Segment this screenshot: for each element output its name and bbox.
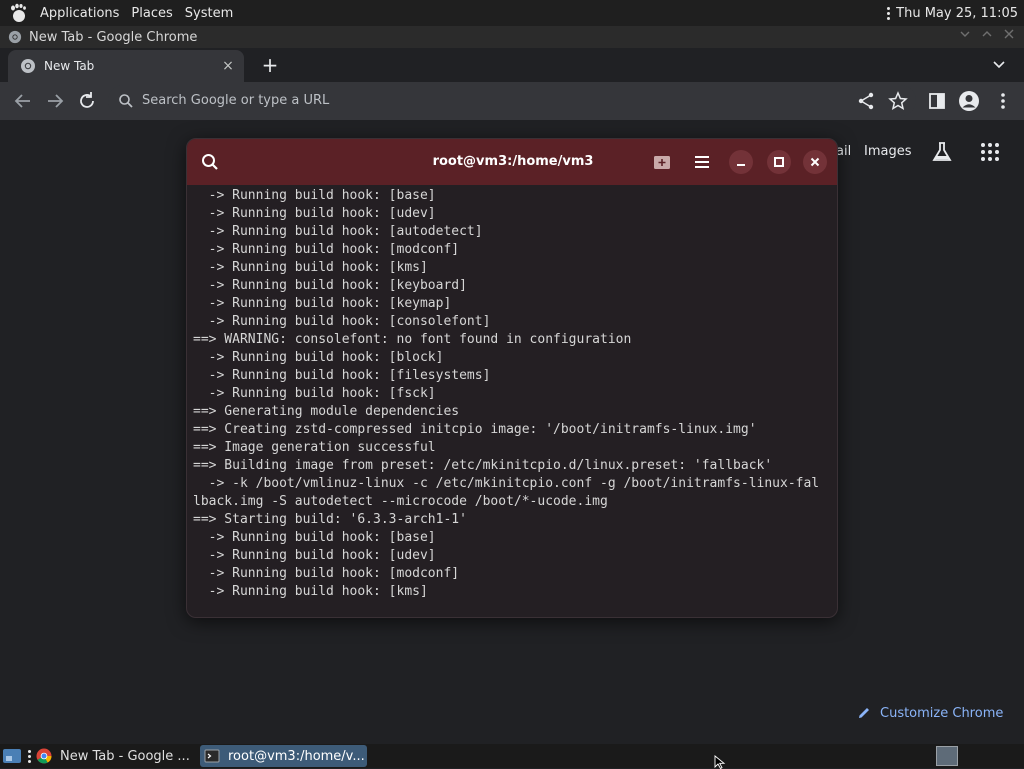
places-menu[interactable]: Places xyxy=(125,0,178,26)
reload-icon[interactable] xyxy=(76,90,98,112)
chrome-titlebar: New Tab - Google Chrome xyxy=(0,26,1024,48)
system-menu[interactable]: System xyxy=(179,0,239,26)
places-menu-label: Places xyxy=(131,5,173,21)
tab-title: New Tab xyxy=(44,59,95,73)
window-controls xyxy=(960,29,1014,39)
mouse-cursor-icon xyxy=(714,755,726,769)
tab-strip: New Tab × + xyxy=(0,48,1024,82)
minimize-icon xyxy=(737,164,745,166)
terminal-icon xyxy=(204,749,220,763)
tab-new-tab[interactable]: New Tab × xyxy=(8,50,244,82)
terminal-line: ==> Building image from preset: /etc/mki… xyxy=(193,458,773,473)
terminal-line: -> Running build hook: [kms] xyxy=(193,260,428,275)
system-menu-label: System xyxy=(184,5,234,21)
tab-close-button[interactable]: × xyxy=(220,58,236,74)
terminal-line: -> Running build hook: [base] xyxy=(193,530,436,545)
terminal-line: -> Running build hook: [udev] xyxy=(193,548,436,563)
star-icon[interactable] xyxy=(887,90,909,112)
pencil-icon xyxy=(859,708,869,718)
terminal-window: root@vm3:/home/vm3 -> Running build hook… xyxy=(186,138,838,618)
chrome-icon xyxy=(21,59,35,73)
images-link[interactable]: Images xyxy=(864,144,912,159)
applications-menu-label: Applications xyxy=(40,5,120,21)
panel-right: Thu May 25, 11:05 xyxy=(887,0,1018,26)
taskbar-terminal-button[interactable]: root@vm3:/home/v... xyxy=(200,745,367,767)
terminal-line: ==> Starting build: '6.3.3-arch1-1' xyxy=(193,512,467,527)
forward-arrow-icon[interactable] xyxy=(44,90,66,112)
taskbar-chrome-label: New Tab - Google ... xyxy=(60,748,190,764)
close-button[interactable] xyxy=(803,150,827,174)
taskbar-chrome-button[interactable]: New Tab - Google ... xyxy=(36,745,196,767)
terminal-line: -> Running build hook: [autodetect] xyxy=(193,224,483,239)
share-icon[interactable] xyxy=(855,90,877,112)
bottom-taskbar: New Tab - Google ... root@vm3:/home/v... xyxy=(0,744,1024,768)
chrome-icon xyxy=(8,30,22,44)
hamburger-menu-icon[interactable] xyxy=(693,153,711,171)
terminal-line: ==> Generating module dependencies xyxy=(193,404,460,419)
terminal-line: ==> Image generation successful xyxy=(193,440,436,455)
terminal-line: -> Running build hook: [udev] xyxy=(193,206,436,221)
close-icon[interactable] xyxy=(1004,29,1014,39)
terminal-line: -> Running build hook: [keyboard] xyxy=(193,278,467,293)
workspace-switcher[interactable] xyxy=(936,746,958,766)
tab-search-chevron-icon[interactable] xyxy=(992,58,1006,72)
chrome-window-title: New Tab - Google Chrome xyxy=(29,29,198,45)
taskbar-terminal-label: root@vm3:/home/v... xyxy=(228,748,365,764)
terminal-line: ==> Creating zstd-compressed initcpio im… xyxy=(193,422,757,437)
search-icon[interactable] xyxy=(201,153,219,171)
gnome-foot-icon[interactable] xyxy=(8,3,28,23)
terminal-line: -> Running build hook: [kms] xyxy=(193,584,428,599)
back-arrow-icon[interactable] xyxy=(12,90,34,112)
terminal-line: -> Running build hook: [consolefont] xyxy=(193,314,491,329)
search-icon xyxy=(119,93,133,108)
customize-chrome-label: Customize Chrome xyxy=(880,705,1004,721)
profile-icon[interactable] xyxy=(958,90,980,112)
more-vert-icon[interactable] xyxy=(992,90,1014,112)
new-tab-button[interactable]: + xyxy=(258,54,282,78)
labs-icon[interactable] xyxy=(930,140,954,164)
apps-grid-icon[interactable] xyxy=(980,142,1000,162)
chevron-up-icon[interactable] xyxy=(982,29,992,39)
maximize-icon xyxy=(774,157,784,167)
toolbar: Search Google or type a URL xyxy=(0,82,1024,120)
panel-handle-icon[interactable] xyxy=(887,6,891,20)
terminal-line: -> Running build hook: [fsck] xyxy=(193,386,436,401)
chrome-icon xyxy=(36,748,52,764)
terminal-line: -> Running build hook: [keymap] xyxy=(193,296,452,311)
terminal-line: -> Running build hook: [block] xyxy=(193,350,444,365)
customize-chrome-button[interactable]: Customize Chrome xyxy=(856,702,1003,724)
terminal-line: -> Running build hook: [modconf] xyxy=(193,566,460,581)
panel-clock[interactable]: Thu May 25, 11:05 xyxy=(896,6,1018,21)
terminal-line: -> Running build hook: [filesystems] xyxy=(193,368,491,383)
terminal-line: -> Running build hook: [modconf] xyxy=(193,242,460,257)
terminal-line: ==> WARNING: consolefont: no font found … xyxy=(193,332,632,347)
terminal-output[interactable]: -> Running build hook: [base] -> Running… xyxy=(193,187,833,613)
terminal-line: -> -k /boot/vmlinuz-linux -c /etc/mkinit… xyxy=(193,476,820,491)
minimize-button[interactable] xyxy=(729,150,753,174)
applications-menu[interactable]: Applications xyxy=(34,0,125,26)
show-desktop-icon[interactable] xyxy=(2,747,22,765)
terminal-header[interactable]: root@vm3:/home/vm3 xyxy=(187,139,837,185)
side-panel-icon[interactable] xyxy=(926,90,948,112)
maximize-button[interactable] xyxy=(767,150,791,174)
terminal-line: lback.img -S autodetect --microcode /boo… xyxy=(193,494,608,509)
taskbar-handle-icon[interactable] xyxy=(28,750,31,763)
omnibox-placeholder: Search Google or type a URL xyxy=(142,93,330,108)
omnibox[interactable]: Search Google or type a URL xyxy=(108,85,916,116)
chevron-down-icon[interactable] xyxy=(960,29,970,39)
close-icon xyxy=(810,157,820,167)
gmail-link[interactable]: ail xyxy=(836,144,851,159)
new-tab-icon[interactable] xyxy=(653,154,671,170)
terminal-line: -> Running build hook: [base] xyxy=(193,188,436,203)
top-panel: Applications Places System Thu May 25, 1… xyxy=(0,0,1024,26)
